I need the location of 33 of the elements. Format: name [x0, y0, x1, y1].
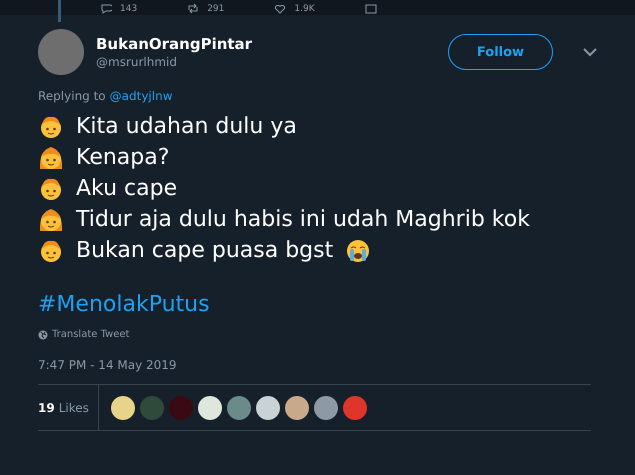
tweet-line: Bukan cape puasa bgst — [76, 238, 334, 263]
tweet-line: Tidur aja dulu habis ini udah Maghrib kok — [76, 207, 530, 232]
translate-link[interactable]: Translate Tweet — [52, 329, 130, 340]
avatar-photo-placeholder[interactable] — [38, 29, 84, 75]
timestamp[interactable]: 7:47 PM - 14 May 2019 — [38, 358, 597, 372]
girl-face-icon — [38, 206, 64, 232]
likes-count[interactable]: 19 — [38, 400, 55, 414]
liker-avatar[interactable] — [198, 396, 222, 420]
liker-avatar[interactable] — [111, 396, 135, 420]
girl-face-icon — [38, 144, 64, 170]
liker-avatar[interactable] — [256, 396, 280, 420]
mention-link[interactable]: @adtyjlnw — [110, 89, 173, 103]
box-icon[interactable] — [364, 3, 377, 14]
user-handle: @msrurlhmid — [96, 55, 178, 69]
likes-label[interactable]: Likes — [58, 400, 89, 414]
follow-button[interactable]: Follow — [448, 34, 553, 70]
liker-avatar[interactable] — [285, 396, 309, 420]
tweet-line: Kita udahan dulu ya — [76, 114, 297, 139]
globe-icon — [38, 330, 48, 340]
action-count: 143 — [120, 4, 138, 14]
hashtag-link[interactable]: #MenolakPutus — [38, 292, 210, 317]
speech-bubble-icon[interactable] — [100, 3, 112, 14]
liker-avatar[interactable] — [314, 396, 338, 420]
action-count: 291 — [207, 4, 224, 14]
heart-icon[interactable] — [274, 3, 286, 14]
tweet-line: Aku cape — [76, 176, 178, 201]
action-count: 1.9K — [294, 4, 315, 14]
tweet-line: Kenapa? — [76, 145, 170, 170]
chevron-down-icon[interactable] — [583, 48, 597, 56]
retweet-icon[interactable] — [187, 3, 200, 14]
display-name[interactable]: BukanOrangPintar — [96, 35, 436, 53]
replying-label: Replying to — [38, 89, 106, 103]
thread-line — [58, 0, 61, 22]
